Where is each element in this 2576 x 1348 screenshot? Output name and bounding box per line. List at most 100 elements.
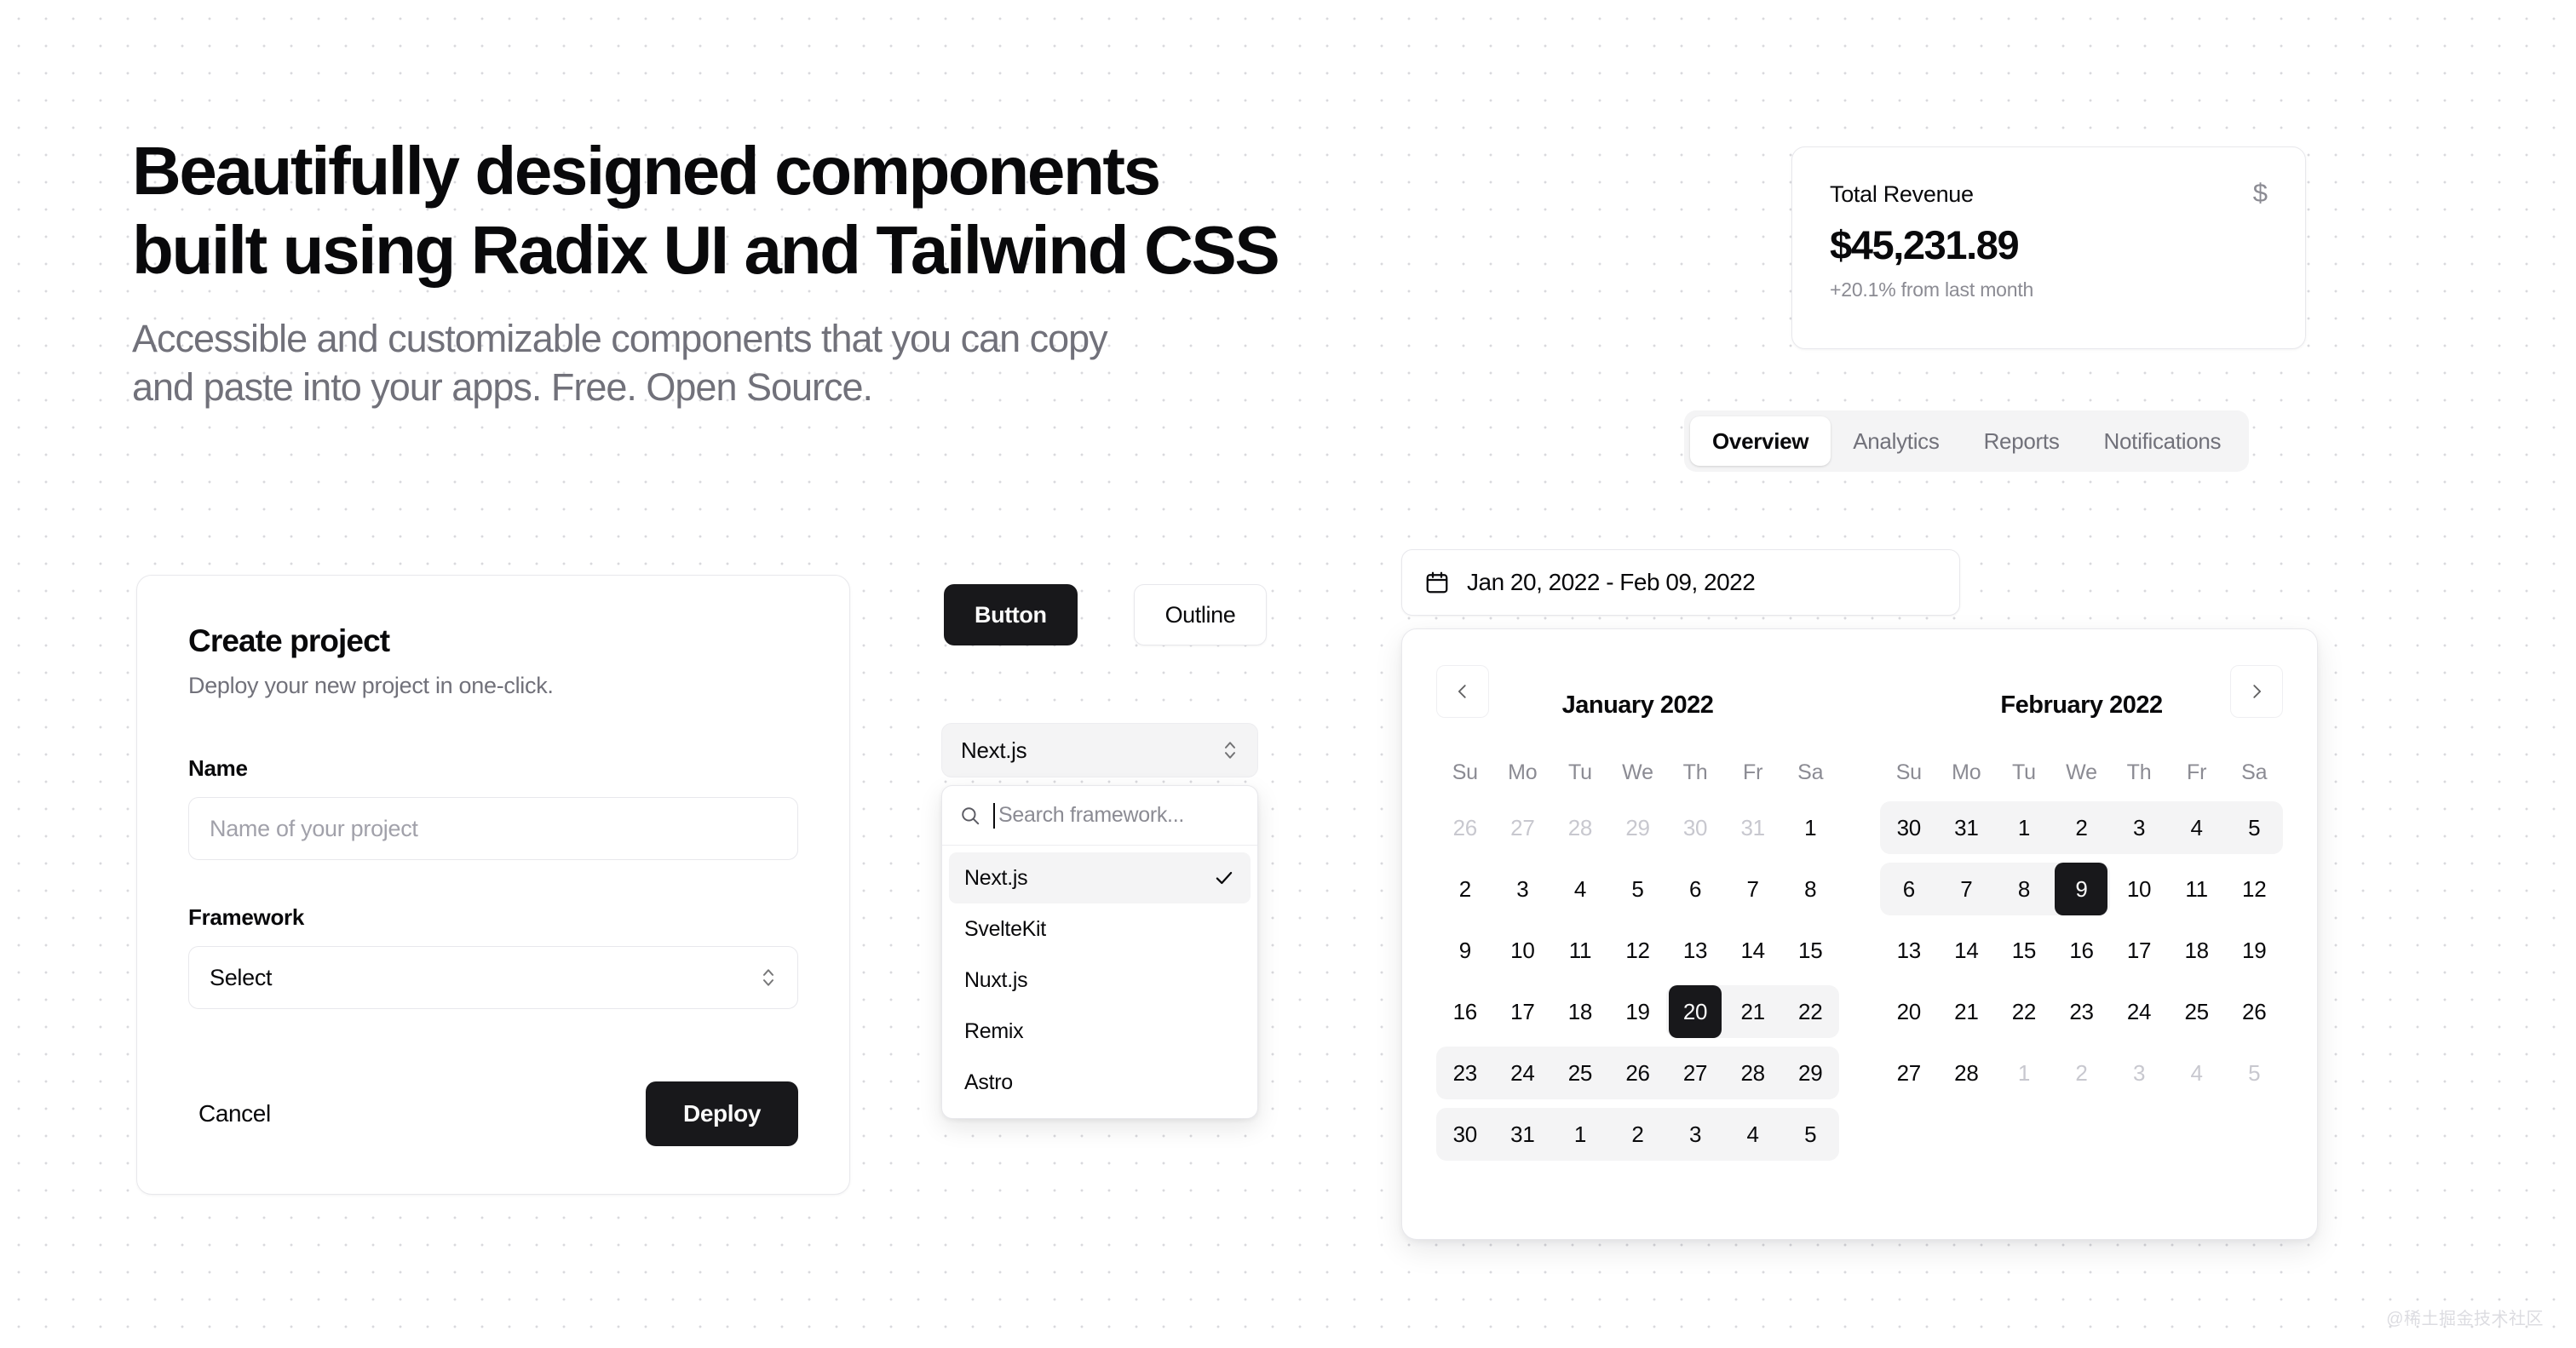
- deploy-button[interactable]: Deploy: [646, 1081, 798, 1146]
- name-input[interactable]: [210, 815, 777, 842]
- calendar-day[interactable]: 16: [1436, 985, 1494, 1038]
- calendar-day[interactable]: 27: [1494, 801, 1552, 854]
- calendar-day[interactable]: 12: [1609, 924, 1667, 977]
- calendar-day[interactable]: 27: [1666, 1047, 1724, 1099]
- calendar-day[interactable]: 9: [1436, 924, 1494, 977]
- calendar-day[interactable]: 12: [2225, 863, 2283, 915]
- calendar-day[interactable]: 5: [1609, 863, 1667, 915]
- calendar-day[interactable]: 1: [1551, 1108, 1609, 1161]
- calendar-day[interactable]: 27: [1880, 1047, 1938, 1099]
- calendar-day[interactable]: 24: [1493, 1047, 1552, 1099]
- primary-button[interactable]: Button: [944, 584, 1078, 645]
- framework-select[interactable]: Select: [188, 946, 798, 1009]
- calendar-day[interactable]: 5: [2225, 801, 2283, 854]
- calendar-day[interactable]: 4: [2168, 1047, 2226, 1099]
- combobox-option[interactable]: Astro: [949, 1057, 1251, 1108]
- calendar-day[interactable]: 11: [1551, 924, 1609, 977]
- calendar-day[interactable]: 6: [1666, 863, 1724, 915]
- calendar-day[interactable]: 29: [1609, 801, 1667, 854]
- tab-reports[interactable]: Reports: [1962, 416, 2082, 466]
- combobox-search-input[interactable]: [998, 803, 1240, 828]
- calendar-day[interactable]: 19: [2225, 924, 2283, 977]
- calendar-day[interactable]: 30: [1666, 801, 1724, 854]
- calendar-weekday: We: [2066, 760, 2097, 784]
- calendar-day[interactable]: 26: [1436, 801, 1494, 854]
- calendar-day[interactable]: 4: [1723, 1108, 1782, 1161]
- tab-analytics[interactable]: Analytics: [1831, 416, 1961, 466]
- calendar-day[interactable]: 7: [1724, 863, 1782, 915]
- combobox-option[interactable]: SvelteKit: [949, 903, 1251, 955]
- calendar-day[interactable]: 31: [1937, 801, 1996, 854]
- combobox-option[interactable]: Remix: [949, 1006, 1251, 1057]
- calendar-day[interactable]: 2: [2052, 801, 2111, 854]
- calendar-day[interactable]: 2: [1608, 1108, 1667, 1161]
- calendar-day[interactable]: 8: [1995, 863, 2053, 915]
- calendar-day[interactable]: 22: [1781, 985, 1839, 1038]
- calendar-day[interactable]: 13: [1880, 924, 1938, 977]
- calendar-day[interactable]: 22: [1995, 985, 2053, 1038]
- calendar-day[interactable]: 2: [1436, 863, 1494, 915]
- calendar-day[interactable]: 26: [1608, 1047, 1667, 1099]
- combobox-search-row[interactable]: [942, 786, 1257, 846]
- calendar-day[interactable]: 5: [1781, 1108, 1839, 1161]
- calendar-day[interactable]: 14: [1724, 924, 1782, 977]
- calendar-day[interactable]: 3: [2110, 1047, 2168, 1099]
- calendar-day[interactable]: 7: [1937, 863, 1996, 915]
- calendar-day[interactable]: 4: [1551, 863, 1609, 915]
- calendar-day[interactable]: 28: [1551, 801, 1609, 854]
- calendar-day[interactable]: 3: [2110, 801, 2168, 854]
- calendar-day[interactable]: 20: [1666, 985, 1724, 1038]
- calendar-day[interactable]: 15: [1781, 924, 1839, 977]
- calendar-day[interactable]: 28: [1723, 1047, 1782, 1099]
- calendar-day[interactable]: 2: [2053, 1047, 2111, 1099]
- tab-notifications[interactable]: Notifications: [2082, 416, 2244, 466]
- next-month-button[interactable]: [2230, 665, 2283, 718]
- calendar-day[interactable]: 31: [1724, 801, 1782, 854]
- calendar-day[interactable]: 18: [2168, 924, 2226, 977]
- calendar-day[interactable]: 15: [1995, 924, 2053, 977]
- calendar-day[interactable]: 14: [1938, 924, 1996, 977]
- calendar-day[interactable]: 4: [2167, 801, 2226, 854]
- calendar-day[interactable]: 25: [2168, 985, 2226, 1038]
- calendar-day[interactable]: 11: [2168, 863, 2226, 915]
- calendar-day[interactable]: 21: [1938, 985, 1996, 1038]
- calendar-day[interactable]: 20: [1880, 985, 1938, 1038]
- calendar-day[interactable]: 21: [1723, 985, 1782, 1038]
- calendar-day[interactable]: 17: [2110, 924, 2168, 977]
- calendar-day[interactable]: 1: [1995, 1047, 2053, 1099]
- calendar-day[interactable]: 9: [2052, 863, 2111, 915]
- calendar-day[interactable]: 17: [1494, 985, 1552, 1038]
- date-range-trigger[interactable]: Jan 20, 2022 - Feb 09, 2022: [1401, 549, 1960, 616]
- calendar-day[interactable]: 1: [1781, 801, 1839, 854]
- calendar-day[interactable]: 26: [2225, 985, 2283, 1038]
- cancel-button[interactable]: Cancel: [188, 1100, 281, 1127]
- calendar-day[interactable]: 25: [1551, 1047, 1609, 1099]
- calendar-day[interactable]: 16: [2053, 924, 2111, 977]
- combobox-option[interactable]: Next.js: [949, 852, 1251, 903]
- calendar-day[interactable]: 23: [2053, 985, 2111, 1038]
- combobox-trigger[interactable]: Next.js: [941, 723, 1258, 777]
- name-field-wrapper[interactable]: [188, 797, 798, 860]
- calendar-day[interactable]: 29: [1781, 1047, 1839, 1099]
- previous-month-button[interactable]: [1436, 665, 1489, 718]
- calendar-day[interactable]: 30: [1880, 801, 1938, 854]
- tab-overview[interactable]: Overview: [1690, 416, 1831, 466]
- calendar-day[interactable]: 31: [1493, 1108, 1552, 1161]
- calendar-day[interactable]: 18: [1551, 985, 1609, 1038]
- calendar-day[interactable]: 1: [1995, 801, 2053, 854]
- calendar-day[interactable]: 23: [1436, 1047, 1494, 1099]
- calendar-day[interactable]: 13: [1666, 924, 1724, 977]
- calendar-day[interactable]: 8: [1781, 863, 1839, 915]
- outline-button[interactable]: Outline: [1133, 584, 1268, 645]
- calendar-day[interactable]: 30: [1436, 1108, 1494, 1161]
- calendar-day[interactable]: 28: [1938, 1047, 1996, 1099]
- calendar-day[interactable]: 10: [1494, 924, 1552, 977]
- combobox-option[interactable]: Nuxt.js: [949, 955, 1251, 1006]
- calendar-day[interactable]: 19: [1609, 985, 1667, 1038]
- calendar-day[interactable]: 5: [2225, 1047, 2283, 1099]
- calendar-day[interactable]: 10: [2110, 863, 2168, 915]
- calendar-day[interactable]: 6: [1880, 863, 1938, 915]
- calendar-day[interactable]: 24: [2110, 985, 2168, 1038]
- calendar-day[interactable]: 3: [1494, 863, 1552, 915]
- calendar-day[interactable]: 3: [1666, 1108, 1724, 1161]
